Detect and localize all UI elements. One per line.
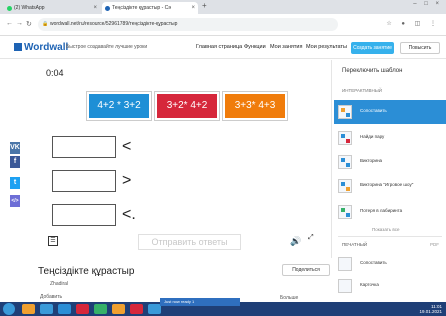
close-icon[interactable]: × (93, 2, 97, 14)
more-link[interactable]: Больше (280, 295, 298, 301)
browser-tab-whatsapp[interactable]: (2) WhatsApp × (4, 2, 100, 14)
template-label: Викторина (360, 158, 383, 163)
answer-drop-slot[interactable] (52, 170, 116, 192)
share-button[interactable]: Поделиться (282, 264, 330, 276)
back-icon[interactable]: ← (6, 20, 13, 27)
url-input[interactable]: 🔒 wordwall.net/ru/resource/52961789/теңс… (38, 18, 338, 31)
template-thumbnail-icon (338, 131, 352, 145)
nav-home[interactable]: Главная страница (196, 44, 242, 50)
facebook-share-icon[interactable]: f (10, 156, 20, 168)
close-icon[interactable]: × (191, 2, 195, 14)
template-sidebar: Переключить шаблон ИНТЕРАКТИВНЫЙ Сопоста… (334, 60, 446, 316)
wordwall-icon (105, 6, 110, 11)
taskbar-notification[interactable]: Just now ready 1 (160, 298, 240, 306)
timer: 0:04 (46, 68, 64, 78)
nav-my-results[interactable]: Мои результаты (306, 44, 347, 50)
tab-label: Теңсіздікте құрастыр - Сә (112, 5, 172, 11)
printed-section-label: ПЕЧАТНЫЙ (342, 242, 368, 247)
author-name[interactable]: Zhadiral (50, 281, 68, 287)
sound-icon[interactable]: 🔊 (290, 236, 301, 247)
nav-my-activities[interactable]: Мои занятия (270, 44, 302, 50)
taskbar-app-icon[interactable] (112, 304, 125, 314)
template-thumbnail-icon (338, 105, 352, 119)
template-label: Найди пару (360, 134, 385, 139)
taskbar-app-icon[interactable] (76, 304, 89, 314)
taskbar-app-icon[interactable] (40, 304, 53, 314)
comparison-operator: <. (122, 206, 136, 223)
twitter-share-icon[interactable]: t (10, 177, 20, 189)
nav-features[interactable]: Функции (244, 44, 266, 50)
template-label: Сопоставить (360, 108, 387, 113)
interactive-section-label: ИНТЕРАКТИВНЫЙ (342, 88, 383, 93)
menu-icon[interactable]: ☰ (48, 236, 58, 246)
template-thumbnail-icon (338, 205, 352, 219)
template-item-maze-chase[interactable]: Потеря в лабиринта (334, 200, 446, 224)
forward-icon[interactable]: → (16, 20, 23, 27)
answer-drop-slot[interactable] (52, 136, 116, 158)
answer-drop-slot[interactable] (52, 204, 116, 226)
site-header: Wordwall Быстрое создавайте лучшие уроки… (0, 37, 446, 59)
comparison-operator: < (122, 138, 132, 155)
divider (338, 236, 442, 237)
browser-tab-wordwall[interactable]: Теңсіздікте құрастыр - Сә × (102, 2, 198, 14)
template-label: Потеря в лабиринта (360, 208, 403, 213)
activity-title: Теңсіздікте құрастыр (38, 266, 135, 277)
show-all-link[interactable]: Показать все (372, 227, 399, 232)
embed-share-icon[interactable]: </> (10, 195, 20, 207)
lock-icon: 🔒 (42, 21, 49, 27)
add-link[interactable]: Добавить (40, 294, 62, 300)
taskbar-app-icon[interactable] (58, 304, 71, 314)
taskbar-app-icon[interactable] (130, 304, 143, 314)
tagline: Быстрое создавайте лучшие уроки (66, 44, 148, 50)
create-activity-button[interactable]: Создать занятие (351, 42, 394, 54)
new-tab-button[interactable]: + (202, 1, 207, 10)
reload-icon[interactable]: ↻ (26, 20, 32, 28)
fullscreen-icon[interactable]: ⤢ (308, 234, 314, 241)
template-item-find-match[interactable]: Найди пару (334, 126, 446, 150)
template-item-match-up[interactable]: Сопоставить (334, 100, 446, 124)
start-button-icon[interactable] (3, 303, 15, 315)
submit-answers-button[interactable]: Отправить ответы (138, 234, 241, 250)
system-clock[interactable]: 11:01 19.01.2021 (419, 304, 442, 314)
template-item-gameshow-quiz[interactable]: Викторина "Игровое шоу" (334, 174, 446, 198)
comparison-operator: > (122, 172, 132, 189)
template-thumbnail-icon (338, 155, 352, 169)
printed-item-card[interactable]: Карточка (334, 274, 446, 298)
printable-thumbnail-icon (338, 279, 352, 293)
taskbar-app-icon[interactable] (22, 304, 35, 314)
logo-icon (14, 43, 22, 51)
game-area: 0:04 4+2 * 3+2 3+2* 4+2 3+3* 4+3 < > <. … (32, 60, 332, 258)
template-label: Викторина "Игровое шоу" (360, 182, 414, 187)
answer-card[interactable]: 3+3* 4+3 (223, 92, 287, 120)
answer-card[interactable]: 4+2 * 3+2 (87, 92, 151, 120)
printed-label: Сопоставить (360, 260, 387, 265)
wordwall-logo[interactable]: Wordwall (14, 42, 68, 53)
pdf-label: PDF (430, 242, 439, 247)
browser-tab-strip: (2) WhatsApp × Теңсіздікте құрастыр - Сә… (0, 0, 446, 14)
printed-label: Карточка (360, 282, 379, 287)
vk-share-icon[interactable]: VK (10, 142, 20, 154)
printed-item-match-up[interactable]: Сопоставить (334, 252, 446, 276)
address-bar-row: ← → ↻ 🔒 wordwall.net/ru/resource/5296178… (0, 14, 446, 36)
extension-icons[interactable]: ☆ ● ◫ ⋮ (386, 20, 440, 27)
clock-date: 19.01.2021 (419, 309, 442, 314)
template-item-quiz[interactable]: Викторина (334, 150, 446, 174)
taskbar-app-icon[interactable] (94, 304, 107, 314)
answer-card[interactable]: 3+2* 4+2 (155, 92, 219, 120)
logo-text: Wordwall (24, 42, 69, 53)
whatsapp-icon (7, 6, 12, 11)
template-thumbnail-icon (338, 179, 352, 193)
switch-template-title: Переключить шаблон (342, 68, 403, 74)
upgrade-button[interactable]: Повысить (400, 42, 440, 54)
printable-thumbnail-icon (338, 257, 352, 271)
tab-label: (2) WhatsApp (14, 5, 45, 11)
window-controls[interactable]: – □ × (413, 1, 442, 7)
url-text: wordwall.net/ru/resource/52961789/теңсіз… (50, 21, 178, 27)
